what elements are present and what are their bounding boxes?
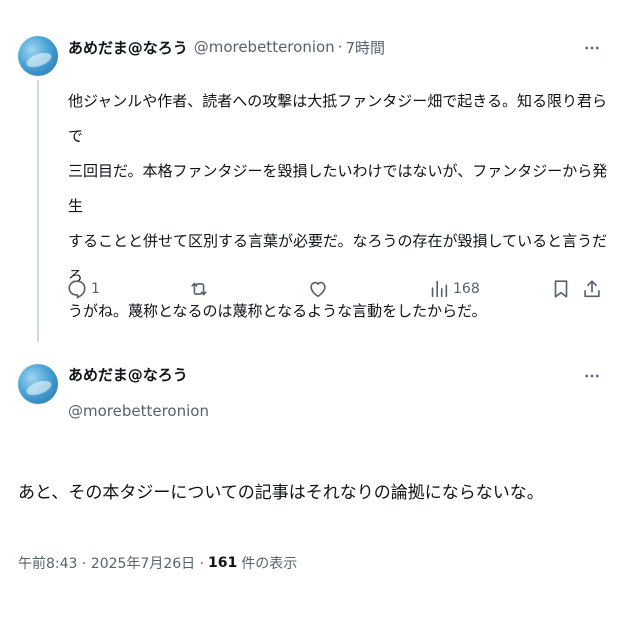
- tweet-actions: 1 168: [66, 276, 606, 302]
- author-handle[interactable]: @morebetteronion: [68, 402, 209, 420]
- avatar[interactable]: [18, 36, 58, 76]
- retweet-icon: [191, 282, 207, 296]
- bookmark-button[interactable]: [550, 276, 572, 302]
- author-name[interactable]: あめだま@なろう: [68, 37, 188, 58]
- tweet-header: あめだま@なろう @morebetteronion · 7時間: [68, 36, 385, 58]
- author-handle[interactable]: @morebetteronion: [194, 38, 335, 56]
- post-timestamp[interactable]: 午前8:43 · 2025年7月26日 ·: [18, 553, 204, 573]
- heart-icon: [310, 281, 326, 298]
- tweet-body: あと、その本タジーについての記事はそれなりの論拠にならないな。: [18, 483, 544, 503]
- author-name[interactable]: あめだま@なろう: [68, 364, 188, 385]
- views-count: 168: [453, 281, 480, 297]
- views-icon: [431, 280, 448, 298]
- more-horizontal-icon[interactable]: [582, 38, 602, 58]
- reply-count: 1: [91, 281, 100, 297]
- reply-button[interactable]: 1: [66, 276, 100, 302]
- like-button[interactable]: [307, 276, 329, 302]
- more-horizontal-icon[interactable]: [582, 366, 602, 386]
- thread-line: [37, 80, 39, 342]
- tweet-meta: 午前8:43 · 2025年7月26日 · 161 件の表示: [18, 553, 297, 573]
- avatar[interactable]: [18, 364, 58, 404]
- views-label: 件の表示: [241, 556, 298, 572]
- bookmark-icon: [554, 280, 568, 298]
- views-button[interactable]: 168: [428, 276, 480, 302]
- post-time[interactable]: 7時間: [345, 37, 385, 58]
- retweet-button[interactable]: [188, 276, 210, 302]
- reply-icon: [68, 280, 86, 299]
- views-count[interactable]: 161: [208, 555, 237, 571]
- share-icon: [584, 280, 600, 298]
- share-button[interactable]: [581, 276, 603, 302]
- separator-dot: ·: [337, 38, 343, 56]
